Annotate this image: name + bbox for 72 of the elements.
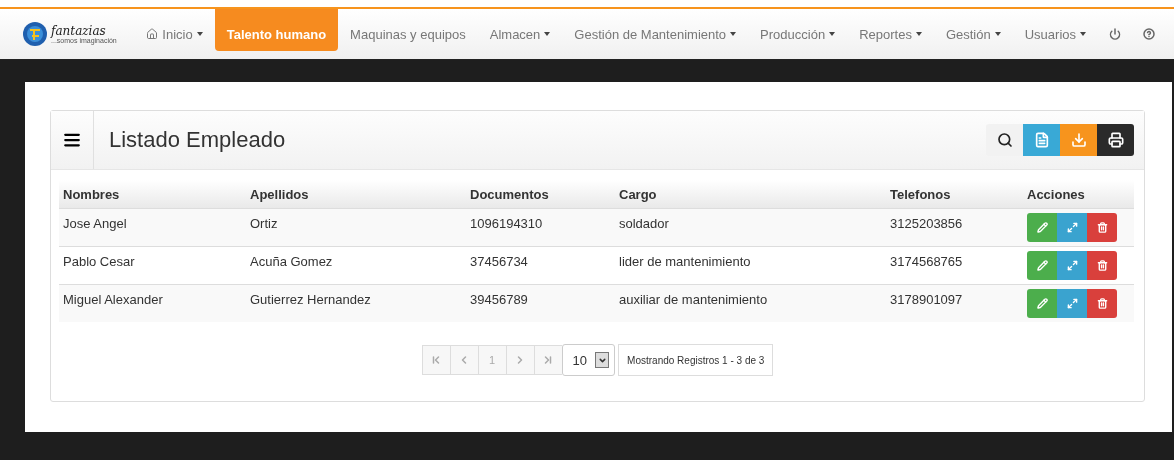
column-header: Acciones [1026,186,1086,202]
table-cell-text: 39456789 [469,291,529,309]
nav-label: Gestión [945,26,991,42]
table-cell-text: Acuña Gomez [249,253,334,271]
expand-icon [1066,260,1078,271]
expand-button[interactable] [1057,251,1087,280]
trash-icon [1096,222,1108,233]
document-icon [1033,132,1050,148]
edit-button[interactable] [1027,251,1057,280]
delete-button[interactable] [1087,289,1117,318]
table-cell-text: auxiliar de mantenimiento [618,291,769,309]
expand-button[interactable] [1057,289,1087,318]
help-icon [1143,28,1155,40]
nav-item[interactable]: Talento humano [214,9,339,51]
nav-item[interactable]: Usuarios [1012,9,1098,59]
nav-label: Maquinas y equipos [350,26,466,42]
power-icon [1109,28,1121,40]
nav-label: Gestión de Mantenimiento [574,26,727,42]
print-icon [1107,132,1124,148]
nav-item[interactable]: Inicio [134,9,215,59]
nav-label: Usuarios [1024,26,1076,42]
nav-item[interactable]: Maquinas y equipos [338,9,478,59]
logo-name: fantazias [51,24,107,37]
trash-icon [1096,260,1108,271]
table-cell-text: 37456734 [469,253,529,271]
logo-icon [22,21,48,47]
nav-item[interactable]: Almacen [477,9,563,59]
print-button[interactable] [1097,124,1134,156]
column-header: Apellidos [249,186,310,202]
table-cell-text: Ortiz [249,215,279,233]
expand-icon [1066,222,1078,233]
nav-label: Producción [760,26,826,42]
table-cell-text: Miguel Alexander [62,291,164,309]
table-cell-text: 3178901097 [889,291,964,309]
download-icon [1070,132,1087,148]
expand-button[interactable] [1057,213,1087,242]
page-size-select[interactable]: 10 [561,344,616,376]
expand-icon [1066,298,1078,309]
pencil-icon [1036,260,1048,271]
nav-label: Almacen [489,26,541,42]
nav-label: Talento humano [226,26,327,42]
nav-label: Inicio [162,26,193,42]
edit-button[interactable] [1027,289,1057,318]
column-header: Cargo [618,186,658,202]
column-header: Telefonos [889,186,952,202]
home-icon [146,28,159,40]
nav-item[interactable]: Reportes [847,9,934,59]
records-info: Mostrando Registros 1 - 3 de 3 [618,344,774,376]
panel-title: Listado Empleado [109,127,286,153]
table-cell-text: Pablo Cesar [62,253,136,271]
nav-item[interactable]: Gestión [933,9,1013,59]
search-icon [996,132,1013,148]
table-cell-text: lider de mantenimiento [618,253,752,271]
table-cell-text: Gutierrez Hernandez [249,291,372,309]
table-cell-text: 3125203856 [889,215,964,233]
table-cell-text: soldador [618,215,670,233]
pencil-icon [1036,222,1048,233]
delete-button[interactable] [1087,213,1117,242]
table-cell-text: 1096194310 [469,215,544,233]
pencil-icon [1036,298,1048,309]
edit-button[interactable] [1027,213,1057,242]
table-cell-text: 3174568765 [889,253,964,271]
nav-item[interactable]: Gestión de Mantenimiento [562,9,749,59]
search-button[interactable] [986,124,1023,156]
column-header: Nombres [62,186,121,202]
menu-icon[interactable] [63,131,81,149]
nav-item[interactable]: Producción [748,9,848,59]
trash-icon [1096,298,1108,309]
nav-label: Reportes [859,26,912,42]
delete-button[interactable] [1087,251,1117,280]
table-cell-text: Jose Angel [62,215,128,233]
column-header: Documentos [469,186,550,202]
